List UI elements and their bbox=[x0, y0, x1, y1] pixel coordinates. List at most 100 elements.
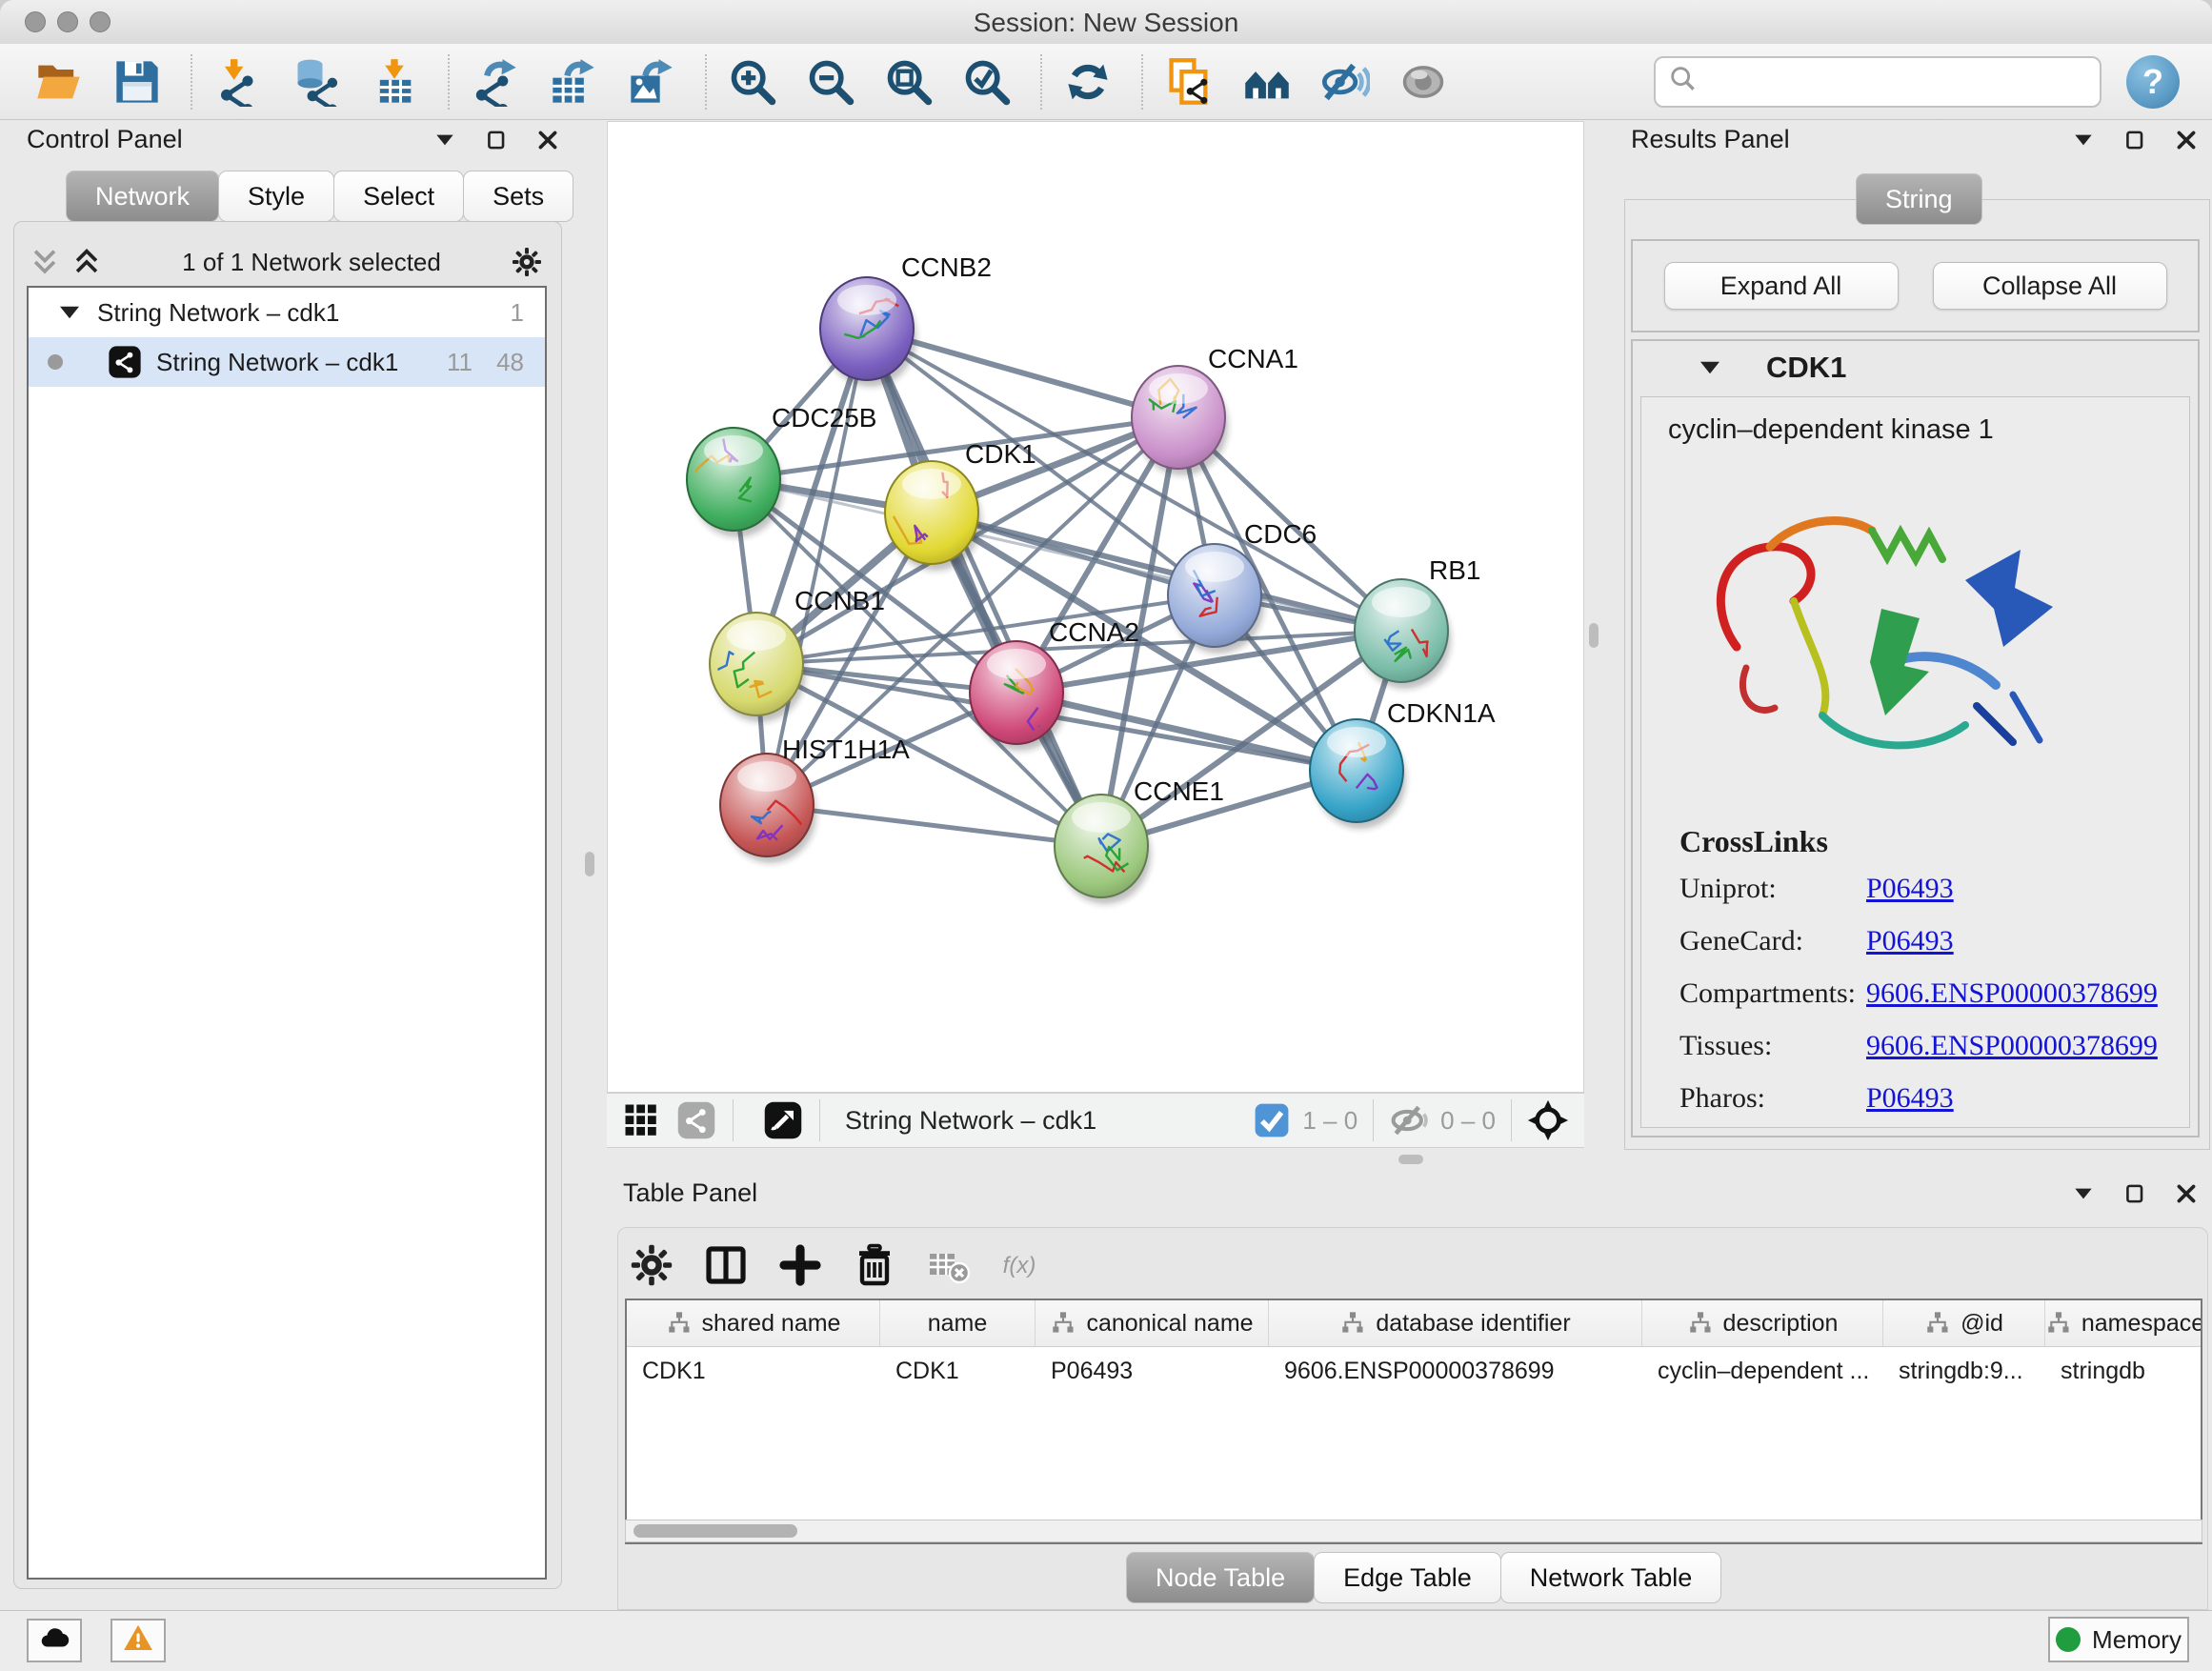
export-image-button[interactable] bbox=[621, 51, 682, 112]
collapse-all-networks-icon[interactable] bbox=[29, 246, 61, 278]
expand-all-networks-icon[interactable] bbox=[70, 246, 103, 278]
node-table-row[interactable]: CDK1CDK1P064939606.ENSP00000378699cyclin… bbox=[627, 1347, 2201, 1395]
tab-string[interactable]: String bbox=[1856, 173, 1982, 225]
tab-select[interactable]: Select bbox=[333, 171, 464, 222]
column-header-@id[interactable]: @id bbox=[1883, 1300, 2045, 1346]
memory-button[interactable]: Memory bbox=[2048, 1617, 2189, 1662]
delete-table-button[interactable] bbox=[926, 1242, 972, 1288]
network-node-CDKN1A[interactable]: CDKN1A bbox=[1310, 698, 1496, 829]
cloud-button[interactable] bbox=[27, 1619, 82, 1662]
crosslink-link[interactable]: P06493 bbox=[1866, 925, 1954, 957]
column-settings-button[interactable] bbox=[629, 1242, 674, 1288]
export-table-button[interactable] bbox=[543, 51, 604, 112]
expand-all-button[interactable]: Expand All bbox=[1664, 262, 1899, 310]
cell-shared-name[interactable]: CDK1 bbox=[627, 1347, 880, 1395]
collection-expand-caret-icon[interactable] bbox=[55, 298, 84, 327]
results-panel-close-button[interactable] bbox=[2174, 128, 2199, 152]
gene-section-header[interactable]: CDK1 bbox=[1633, 341, 2198, 394]
network-node-RB1[interactable]: RB1 bbox=[1355, 555, 1480, 689]
control-panel-maximize-button[interactable] bbox=[484, 128, 509, 152]
crosslink-link[interactable]: 9606.ENSP00000378699 bbox=[1866, 1030, 2158, 1062]
birdseye-view-icon[interactable] bbox=[762, 1099, 804, 1141]
control-panel-float-button[interactable] bbox=[432, 128, 457, 152]
network-options-gear-icon[interactable] bbox=[511, 246, 543, 278]
results-panel-float-button[interactable] bbox=[2071, 128, 2096, 152]
import-table-icon bbox=[370, 57, 419, 107]
tab-sets[interactable]: Sets bbox=[463, 171, 573, 222]
zoom-in-button[interactable] bbox=[722, 51, 783, 112]
tab-style[interactable]: Style bbox=[218, 171, 334, 222]
network-node-HIST1H1A[interactable]: HIST1H1A bbox=[720, 735, 910, 863]
show-graphics-button[interactable] bbox=[1393, 51, 1454, 112]
fit-selected-crosshair-icon[interactable] bbox=[1527, 1099, 1569, 1141]
column-header-shared-name[interactable]: shared name bbox=[627, 1300, 880, 1346]
table-scrollbar-thumb[interactable] bbox=[633, 1524, 797, 1538]
cell-description[interactable]: cyclin–dependent ... bbox=[1642, 1347, 1883, 1395]
import-network-from-database-button[interactable] bbox=[286, 51, 347, 112]
open-file-button[interactable] bbox=[29, 51, 90, 112]
save-session-button[interactable] bbox=[107, 51, 168, 112]
column-header-description[interactable]: description bbox=[1642, 1300, 1883, 1346]
apply-layout-button[interactable] bbox=[1057, 51, 1118, 112]
cell-@id[interactable]: stringdb:9... bbox=[1883, 1347, 2045, 1395]
grid-view-icon[interactable] bbox=[620, 1099, 662, 1141]
zoom-selected-button[interactable] bbox=[956, 51, 1017, 112]
string-home-button[interactable] bbox=[1237, 51, 1297, 112]
export-network-button[interactable] bbox=[465, 51, 526, 112]
bottom-splitter-handle[interactable] bbox=[1398, 1155, 1423, 1164]
select-columns-button[interactable] bbox=[703, 1242, 749, 1288]
table-panel-close-button[interactable] bbox=[2174, 1181, 2199, 1206]
column-header-namespace[interactable]: namespace bbox=[2045, 1300, 2202, 1346]
tab-edge-table[interactable]: Edge Table bbox=[1314, 1552, 1501, 1603]
hide-graphics-button[interactable] bbox=[1315, 51, 1376, 112]
function-builder-button[interactable]: f(x) bbox=[1000, 1242, 1046, 1288]
tab-network-table[interactable]: Network Table bbox=[1500, 1552, 1722, 1603]
add-column-button[interactable] bbox=[777, 1242, 823, 1288]
cell-canonical-name[interactable]: P06493 bbox=[1036, 1347, 1269, 1395]
crosslink-link[interactable]: P06493 bbox=[1866, 873, 1954, 905]
table-panel-float-button[interactable] bbox=[2071, 1181, 2096, 1206]
network-canvas[interactable]: CCNB2CCNA1CDC25BCDK1CDC6RB1CCNB1CCNA2CDK… bbox=[608, 122, 1583, 1092]
share-view-icon[interactable] bbox=[675, 1099, 717, 1141]
network-row-selected[interactable]: String Network – cdk1 11 48 bbox=[29, 337, 545, 387]
hidden-eye-icon[interactable] bbox=[1389, 1099, 1431, 1141]
zoom-out-icon bbox=[806, 57, 855, 107]
cell-database-identifier[interactable]: 9606.ENSP00000378699 bbox=[1269, 1347, 1642, 1395]
right-splitter-handle[interactable] bbox=[1589, 623, 1599, 648]
import-table-from-file-button[interactable] bbox=[364, 51, 425, 112]
network-node-CCNB1[interactable]: CCNB1 bbox=[705, 586, 885, 722]
cell-namespace[interactable]: stringdb bbox=[2045, 1347, 2202, 1395]
tab-node-table[interactable]: Node Table bbox=[1126, 1552, 1315, 1603]
network-collection-row[interactable]: String Network – cdk1 1 bbox=[29, 288, 545, 337]
delete-column-button[interactable] bbox=[852, 1242, 897, 1288]
import-network-from-file-button[interactable] bbox=[208, 51, 269, 112]
zoom-out-button[interactable] bbox=[800, 51, 861, 112]
cell-name[interactable]: CDK1 bbox=[880, 1347, 1036, 1395]
crosslink-link[interactable]: P06493 bbox=[1866, 1082, 1954, 1115]
network-edge-CDK1-RB1[interactable] bbox=[932, 513, 1401, 631]
collapse-all-button[interactable]: Collapse All bbox=[1933, 262, 2167, 310]
results-panel-maximize-button[interactable] bbox=[2122, 128, 2147, 152]
left-splitter-handle[interactable] bbox=[585, 852, 594, 876]
zoom-fit-button[interactable] bbox=[878, 51, 939, 112]
clone-network-button[interactable] bbox=[1158, 51, 1219, 112]
table-panel-maximize-button[interactable] bbox=[2122, 1181, 2147, 1206]
selected-checkbox-icon[interactable] bbox=[1251, 1099, 1293, 1141]
column-header-database-identifier[interactable]: database identifier bbox=[1269, 1300, 1642, 1346]
network-node-CCNA1[interactable]: CCNA1 bbox=[1132, 344, 1298, 475]
control-panel-close-button[interactable] bbox=[535, 128, 560, 152]
column-header-name[interactable]: name bbox=[880, 1300, 1036, 1346]
network-node-CDK1[interactable]: CDK1 bbox=[885, 439, 1036, 571]
gene-collapse-caret-icon[interactable] bbox=[1696, 353, 1724, 382]
crosslink-link[interactable]: 9606.ENSP00000378699 bbox=[1866, 977, 2158, 1010]
warnings-button[interactable] bbox=[111, 1619, 166, 1662]
column-header-canonical-name[interactable]: canonical name bbox=[1036, 1300, 1269, 1346]
table-horizontal-scrollbar[interactable] bbox=[625, 1520, 2202, 1542]
help-button[interactable]: ? bbox=[2126, 55, 2180, 109]
network-node-CCNB2[interactable]: CCNB2 bbox=[820, 252, 992, 387]
network-edge-CCNE1-HIST1H1A[interactable] bbox=[767, 805, 1101, 846]
tab-network[interactable]: Network bbox=[66, 171, 219, 222]
column-label: description bbox=[1723, 1310, 1839, 1338]
search-input[interactable] bbox=[1699, 60, 2100, 104]
network-edge-CCNB2-CCNE1[interactable] bbox=[867, 329, 1101, 846]
